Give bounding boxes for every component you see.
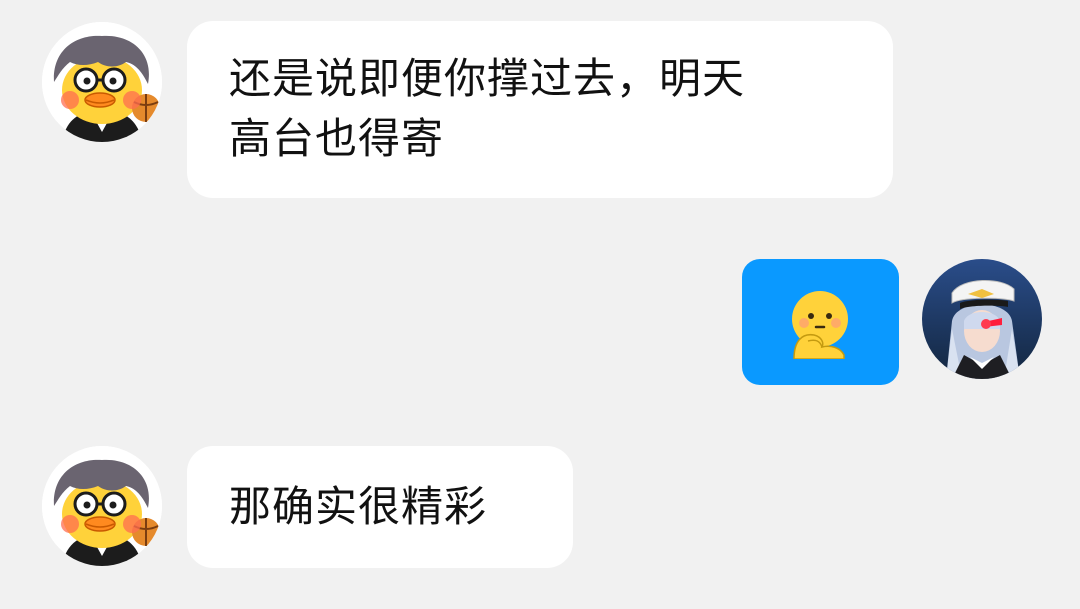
outgoing-message-bubble[interactable] xyxy=(742,259,899,385)
incoming-message-bubble[interactable]: 还是说即便你撑过去，明天 高台也得寄 xyxy=(187,21,893,198)
incoming-message-bubble[interactable]: 那确实很精彩 xyxy=(187,446,573,568)
duck-avatar-icon[interactable] xyxy=(42,446,162,566)
duck-avatar-icon[interactable] xyxy=(42,22,162,142)
anime-officer-avatar-icon[interactable] xyxy=(922,259,1042,379)
thinking-emoji-icon xyxy=(786,289,856,363)
message-text: 还是说即便你撑过去，明天 高台也得寄 xyxy=(229,54,746,163)
message-text: 那确实很精彩 xyxy=(229,482,488,531)
